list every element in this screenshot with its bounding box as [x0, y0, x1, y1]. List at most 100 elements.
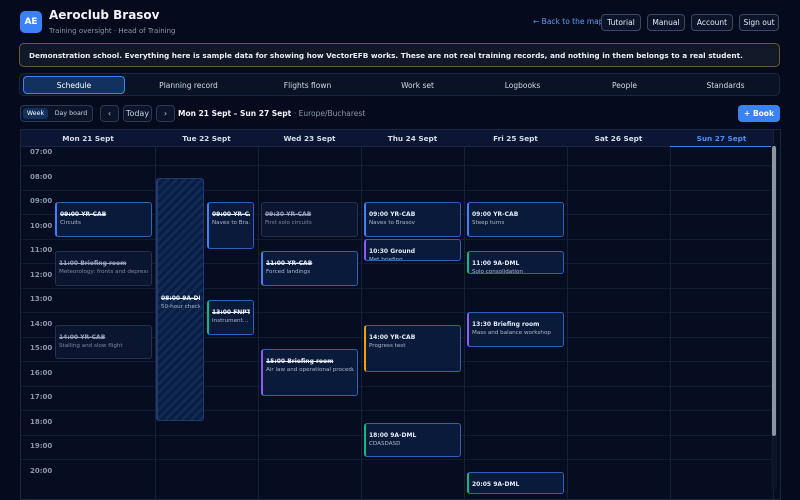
booking-description: Steep turns — [472, 220, 505, 227]
hour-label: 11:00 — [30, 246, 53, 255]
booking-event[interactable]: 09:00 YR-CABNavex to Bra… — [207, 202, 254, 250]
hour-label: 20:00 — [30, 466, 53, 475]
booking-event[interactable]: 13:00 FNPT IIInstrument… — [207, 300, 254, 335]
day-header[interactable]: Fri 25 Sept — [464, 130, 567, 147]
booking-event[interactable]: 11:00 YR-CAB Forced landings — [261, 251, 358, 286]
day-header[interactable]: Thu 24 Sept — [361, 130, 464, 147]
day-header[interactable]: Sun 27 Sept — [670, 130, 773, 147]
calendar-scrollbar-thumb[interactable] — [772, 146, 776, 436]
day-divider — [258, 130, 259, 499]
hour-label: 17:00 — [30, 393, 53, 402]
booking-description: Mass and balance workshop — [472, 330, 551, 337]
view-week-button[interactable]: Week — [23, 108, 48, 119]
club-logo: AE — [20, 11, 42, 33]
hour-label: 07:00 — [30, 148, 53, 157]
sign-out-button[interactable]: Sign out — [739, 14, 779, 31]
view-switcher: Week Day board — [20, 105, 93, 122]
booking-description: 50-hour check — [161, 304, 200, 311]
booking-title: 13:00 FNPT II — [212, 309, 250, 317]
next-week-button[interactable]: › — [156, 105, 175, 122]
booking-title: 09:00 YR-CAB — [369, 211, 416, 219]
hour-label: 15:00 — [30, 344, 53, 353]
tab-work-set[interactable]: Work set — [366, 76, 469, 94]
booking-title: 11:00 Briefing room — [59, 260, 127, 268]
booking-description: Air law and operational procedur… — [266, 367, 354, 374]
hour-label: 16:00 — [30, 368, 53, 377]
booking-event[interactable]: 20:05 9A-DML — [467, 471, 564, 495]
tab-planning-record[interactable]: Planning record — [137, 76, 240, 94]
booking-description: Met briefing — [369, 256, 403, 262]
booking-description: Solo consolidation — [472, 269, 523, 274]
role-subtitle: Training oversight · Head of Training — [49, 27, 176, 35]
booking-event[interactable]: 13:30 Briefing room Mass and balance work… — [467, 312, 564, 348]
tab-schedule[interactable]: Schedule — [23, 76, 125, 94]
booking-event[interactable]: 14:00 YR-CAB Stalling and slow flight — [55, 324, 152, 360]
hour-label: 12:00 — [30, 270, 53, 279]
booking-title: 20:05 9A-DML — [472, 480, 520, 488]
booking-title: 14:00 YR-CAB — [369, 333, 416, 341]
booking-event[interactable]: 11:00 Briefing room Meteorology: fronts a… — [55, 251, 152, 286]
booking-title: 09:30 YR-CAB — [265, 211, 312, 219]
day-header[interactable]: Sat 26 Sept — [567, 130, 670, 147]
booking-description: Instrument… — [212, 318, 249, 325]
booking-event[interactable]: 09:00 YR-CAB Steep turns — [467, 202, 564, 237]
booking-description: CDASDASD — [369, 440, 401, 447]
booking-title: 09:00 YR-CAB — [472, 211, 519, 219]
day-header[interactable]: Mon 21 Sept — [21, 130, 155, 147]
hour-gridline — [21, 312, 773, 314]
view-day-board-button[interactable]: Day board — [52, 108, 90, 119]
date-range: Mon 21 Sept – Sun 27 Sept · Europe/Bucha… — [178, 109, 365, 118]
booking-title: 09:00 YR-CAB — [212, 211, 250, 219]
hour-label: 14:00 — [30, 319, 53, 328]
today-button[interactable]: Today — [123, 105, 152, 122]
booking-event[interactable]: 10:30 Ground Met briefing — [364, 238, 461, 262]
booking-title: 08:00 9A-DML — [161, 295, 200, 303]
booking-title: 11:00 YR-CAB — [266, 260, 313, 268]
hour-label: 10:00 — [30, 221, 53, 230]
day-header[interactable]: Tue 22 Sept — [155, 130, 258, 147]
schedule-toolbar: Week Day board ‹ Today › Mon 21 Sept – S… — [0, 104, 800, 124]
booking-event[interactable]: 14:00 YR-CAB Progress test — [364, 324, 461, 372]
booking-event[interactable]: 15:00 Briefing room Air law and operation… — [261, 349, 358, 397]
day-divider — [567, 130, 568, 499]
day-divider — [361, 130, 362, 499]
booking-event[interactable]: 09:30 YR-CAB First solo circuits — [261, 202, 358, 237]
hour-label: 09:00 — [30, 197, 53, 206]
booking-description: Progress test — [369, 342, 406, 349]
booking-event[interactable]: 09:00 YR-CAB Navex to Brasov — [364, 202, 461, 237]
booking-title: 09:00 YR-CAB — [60, 211, 107, 219]
previous-week-button[interactable]: ‹ — [100, 105, 119, 122]
hour-gridline — [21, 459, 773, 461]
book-button[interactable]: + Book — [738, 105, 780, 122]
booking-event[interactable]: 18:00 9A-DML CDASDASD — [364, 422, 461, 458]
booking-event[interactable]: 08:00 9A-DML50-hour check — [156, 177, 204, 421]
booking-title: 13:30 Briefing room — [472, 321, 540, 329]
tab-standards[interactable]: Standards — [674, 76, 777, 94]
hour-gridline — [21, 287, 773, 289]
hour-label: 08:00 — [30, 172, 53, 181]
hour-gridline — [21, 165, 773, 167]
tab-people[interactable]: People — [573, 76, 676, 94]
day-header[interactable]: Wed 23 Sept — [258, 130, 361, 147]
tab-logbooks[interactable]: Logbooks — [471, 76, 574, 94]
timezone-label: · Europe/Bucharest — [293, 109, 366, 118]
club-name: Aeroclub Brasov — [49, 8, 160, 22]
hour-gridline — [21, 410, 773, 412]
booking-title: 10:30 Ground — [369, 247, 416, 255]
booking-title: 11:00 9A-DML — [472, 260, 520, 268]
hour-label: 19:00 — [30, 442, 53, 451]
section-tabs: Schedule Planning record Flights flown W… — [19, 73, 780, 96]
hour-gridline — [21, 189, 773, 191]
tutorial-button[interactable]: Tutorial — [601, 14, 641, 31]
back-to-map-link[interactable]: ← Back to the map — [533, 17, 604, 26]
tab-flights-flown[interactable]: Flights flown — [256, 76, 359, 94]
manual-button[interactable]: Manual — [647, 14, 685, 31]
booking-description: Stalling and slow flight — [59, 342, 123, 349]
booking-description: Circuits — [60, 220, 81, 227]
booking-description: Navex to Bra… — [212, 220, 250, 227]
date-range-label: Mon 21 Sept – Sun 27 Sept — [178, 109, 292, 118]
booking-event[interactable]: 11:00 9A-DML Solo consolidation — [467, 251, 564, 274]
booking-event[interactable]: 09:00 YR-CAB Circuits — [55, 202, 152, 237]
account-button[interactable]: Account — [691, 14, 733, 31]
booking-description: First solo circuits — [265, 220, 312, 227]
